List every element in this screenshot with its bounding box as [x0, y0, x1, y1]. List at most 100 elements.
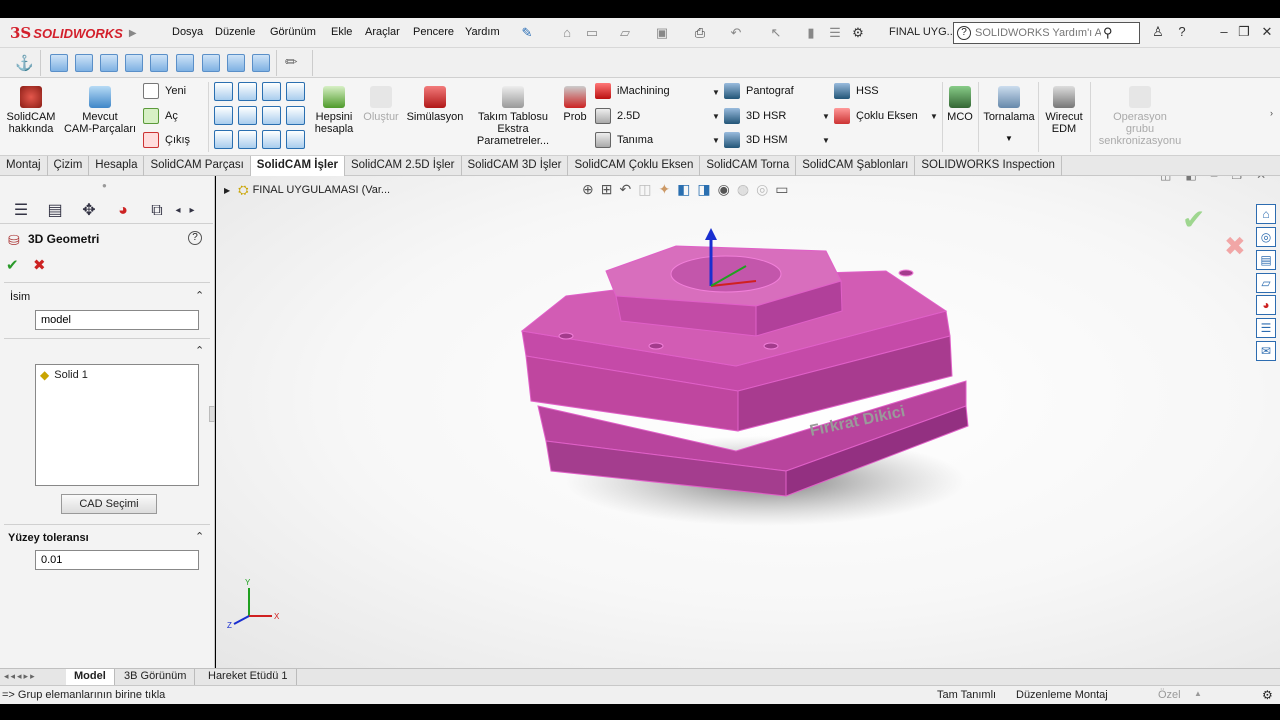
menu-duzenle[interactable]: Düzenle — [215, 26, 255, 38]
close-icon[interactable]: ✕ — [1256, 176, 1266, 182]
confirm-corner-icon[interactable]: ✔ — [1182, 203, 1205, 236]
units-status[interactable]: Özel — [1158, 689, 1181, 701]
minimize-icon[interactable]: – — [1211, 176, 1218, 182]
multiaxis-button[interactable]: Çoklu Eksen — [834, 107, 918, 125]
chevron-down-icon[interactable]: ▼ — [982, 133, 1036, 145]
tab-montaj[interactable]: Montaj — [0, 156, 48, 176]
home-icon[interactable]: ⌂ — [1256, 204, 1276, 224]
chevron-down-icon[interactable]: ▼ — [712, 112, 720, 121]
hss-button[interactable]: HSS — [834, 82, 879, 100]
anchor-icon[interactable]: ⚓ — [15, 54, 34, 72]
appearances-icon[interactable]: ◕ — [1256, 295, 1276, 315]
home-icon[interactable]: ⌂ — [559, 25, 575, 41]
help-search-input[interactable] — [975, 27, 1101, 39]
existing-cam-parts-button[interactable]: Mevcut CAM-Parçaları — [62, 86, 138, 135]
cam-manager-icon[interactable]: ⧉ — [144, 200, 170, 222]
tab-solidcam-parcasi[interactable]: SolidCAM Parçası — [144, 156, 251, 176]
cad-selection-button[interactable]: CAD Seçimi — [61, 494, 157, 514]
pencil-icon[interactable]: ✏ — [285, 53, 298, 71]
view-bottom-icon[interactable] — [176, 54, 194, 72]
tolerance-input[interactable] — [35, 550, 199, 570]
menu-dosya[interactable]: Dosya — [172, 26, 203, 38]
chevron-up-icon[interactable]: ⌃ — [195, 289, 204, 302]
settings-icon[interactable]: ⚙ — [1262, 688, 1273, 702]
forum-icon[interactable]: ✉ — [1256, 341, 1276, 361]
tab-solidworks-inspection[interactable]: SOLIDWORKS Inspection — [915, 156, 1062, 176]
definition-button[interactable]: Tanıma — [595, 131, 653, 149]
chevron-up-icon[interactable]: ▲ — [1194, 689, 1202, 698]
chevron-down-icon[interactable]: ▼ — [712, 136, 720, 145]
view-dimetric-icon[interactable] — [227, 54, 245, 72]
tile-icon[interactable]: ◫ — [1160, 176, 1171, 182]
mco-button[interactable]: MCO — [946, 86, 974, 123]
new-button[interactable]: Yeni — [143, 82, 186, 100]
cancel-corner-icon[interactable]: ✖ — [1224, 231, 1246, 262]
select-icon[interactable]: ↖ — [768, 25, 784, 41]
save-icon[interactable]: ▣ — [654, 25, 670, 41]
panel-grip[interactable]: ● — [102, 181, 107, 190]
chevron-down-icon[interactable]: ▼ — [822, 136, 830, 145]
open-file-icon[interactable]: ▱ — [617, 25, 633, 41]
chevron-up-icon[interactable]: ⌃ — [195, 530, 204, 543]
3d-hsm-button[interactable]: 3D HSM — [724, 131, 788, 149]
name-input[interactable] — [35, 310, 199, 330]
hide-show-icon[interactable]: ◉ — [718, 181, 730, 198]
3d-hsr-button[interactable]: 3D HSR — [724, 107, 786, 125]
file-properties-icon[interactable]: ☰ — [827, 25, 843, 41]
op-group-sync-button[interactable]: Operasyon grubu senkronizasyonu — [1094, 86, 1186, 147]
chevron-right-icon[interactable]: › — [1270, 108, 1273, 118]
tab-solidcam-multiaxis[interactable]: SolidCAM Çoklu Eksen — [568, 156, 701, 176]
cancel-icon[interactable]: ✖ — [33, 256, 46, 274]
op-icon[interactable] — [238, 106, 257, 125]
chevron-right-icon[interactable]: ▸ — [186, 200, 198, 222]
simulation-button[interactable]: Simülasyon — [404, 86, 466, 123]
create-button[interactable]: Oluştur — [360, 86, 402, 123]
chevron-left-icon[interactable]: ◂ — [172, 200, 184, 222]
undo-icon[interactable]: ↶ — [728, 25, 744, 41]
view-front-icon[interactable] — [50, 54, 68, 72]
op-icon[interactable] — [262, 106, 281, 125]
menu-araclar[interactable]: Araçlar — [365, 26, 400, 38]
pantograph-button[interactable]: Pantograf — [724, 82, 794, 100]
tab-solidcam-3d[interactable]: SolidCAM 3D İşler — [462, 156, 569, 176]
tool-table-button[interactable]: Takım Tablosu Ekstra Parametreler... — [472, 86, 554, 147]
op-icon[interactable] — [214, 106, 233, 125]
chevron-up-icon[interactable]: ⌃ — [195, 344, 204, 357]
solidcam-about-button[interactable]: SolidCAM hakkında — [5, 86, 57, 135]
op-icon[interactable] — [286, 106, 305, 125]
zoom-to-fit-icon[interactable]: ⊕ — [582, 181, 594, 198]
help-icon[interactable]: ? — [188, 231, 202, 245]
expand-icon[interactable]: ▶ — [224, 186, 230, 195]
restore-button[interactable]: ❐ — [1234, 24, 1254, 40]
view-back-icon[interactable] — [75, 54, 93, 72]
display-style-icon[interactable]: ◨ — [697, 181, 710, 198]
ok-icon[interactable]: ✔ — [6, 256, 19, 274]
user-icon[interactable]: ♙ — [1148, 24, 1168, 40]
close-button[interactable]: ✕ — [1257, 24, 1277, 40]
file-explorer-icon[interactable]: ▱ — [1256, 273, 1276, 293]
apply-scene-icon[interactable]: ◎ — [756, 181, 768, 198]
menu-gorunum[interactable]: Görünüm — [270, 26, 316, 38]
view-right-icon[interactable] — [125, 54, 143, 72]
solidworks-logo[interactable]: 3S SOLIDWORKS ▶ — [10, 20, 144, 46]
edit-appearance-icon[interactable]: ◍ — [737, 181, 749, 198]
print-icon[interactable]: ⎙ — [692, 25, 708, 41]
2.5d-button[interactable]: 2.5D — [595, 107, 640, 125]
op-icon[interactable] — [214, 130, 233, 149]
graphics-viewport[interactable]: ▶ ⛭ FINAL UYGULAMASI (Var... ⊕ ⊞ ↶ ◫ ✦ ◧… — [216, 176, 1280, 668]
config-manager-icon[interactable]: ✥ — [76, 200, 102, 222]
op-icon[interactable] — [238, 130, 257, 149]
section-view-icon[interactable]: ◫ — [638, 181, 651, 198]
menu-pencere[interactable]: Pencere — [413, 26, 454, 38]
menu-yardim[interactable]: Yardım — [465, 26, 500, 38]
tab-cizim[interactable]: Çizim — [48, 156, 90, 176]
turning-button[interactable]: Tornalama ▼ — [982, 86, 1036, 145]
tab-3d-view[interactable]: 3B Görünüm — [116, 669, 196, 685]
exit-button[interactable]: Çıkış — [143, 131, 190, 149]
tab-solidcam-isler[interactable]: SolidCAM İşler — [250, 156, 345, 176]
list-item[interactable]: ◆ Solid 1 — [36, 365, 198, 385]
view-settings-icon[interactable]: ▭ — [775, 181, 788, 198]
tab-motion-study[interactable]: Hareket Etüdü 1 — [200, 669, 297, 685]
split-icon[interactable]: ◧ — [1185, 176, 1196, 182]
property-manager-icon[interactable]: ▤ — [42, 200, 68, 222]
